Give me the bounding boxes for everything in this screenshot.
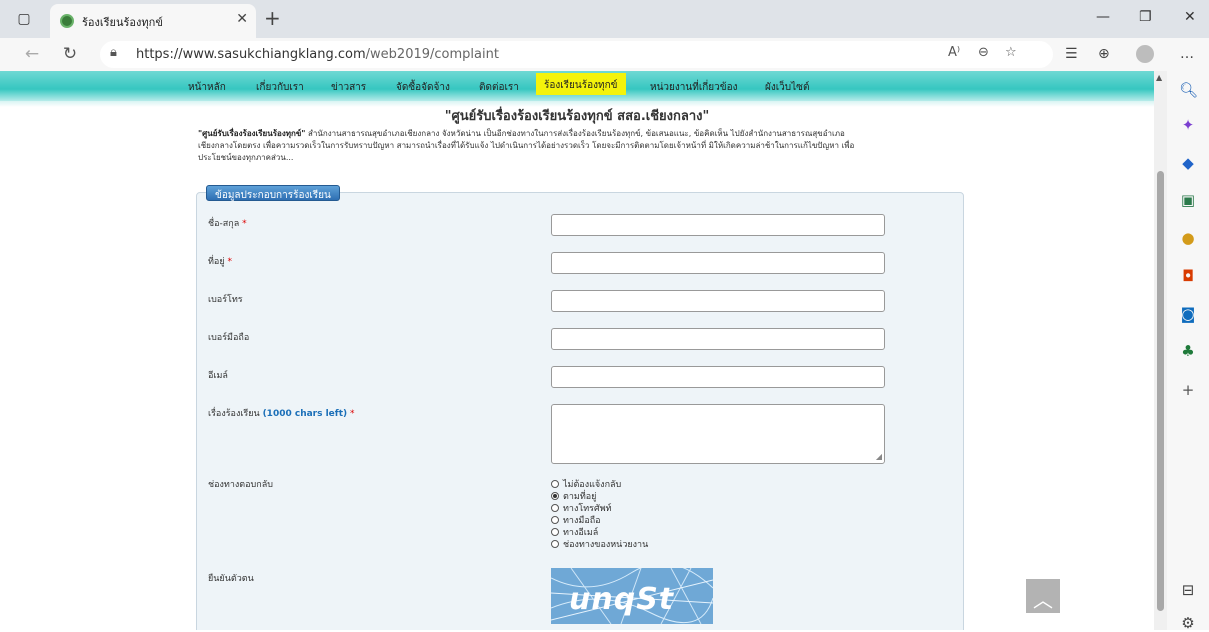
scroll-to-top-button[interactable]: ︿ [1026,579,1060,613]
subject-label-text: เรื่องร้องเรียน [208,409,260,419]
radio-checked-icon[interactable] [551,492,559,500]
captcha-image: unqSt [551,568,713,624]
radio-icon[interactable] [551,540,559,548]
phone-input[interactable] [551,290,885,312]
restore-icon[interactable]: ❐ [1139,9,1152,25]
more-menu-icon[interactable]: … [1180,46,1194,62]
required-mark: * [227,257,233,267]
mobile-input[interactable] [551,328,885,350]
profile-avatar-icon[interactable] [1136,45,1154,63]
site-navigation: หน้าหลัก เกี่ยวกับเรา ข่าวสาร จัดซื้อจัด… [0,71,1154,101]
scrollbar-thumb[interactable] [1157,171,1164,611]
captcha-text: unqSt [569,582,675,617]
tab-actions-icon[interactable]: ▢ [14,9,34,29]
settings-gear-icon[interactable]: ⚙ [1179,614,1197,632]
required-mark: * [350,409,355,419]
intro-paragraph: "ศูนย์รับเรื่องร้องเรียนร้องทุกข์" สำนัก… [198,128,978,164]
subject-label: เรื่องร้องเรียน (1000 chars left) * [208,406,355,420]
name-label-text: ชื่อ-สกุล [208,219,240,229]
outlook-icon[interactable]: ◙ [1179,305,1197,323]
address-label: ที่อยู่ * [208,254,232,268]
radio-icon[interactable] [551,504,559,512]
close-window-icon[interactable]: ✕ [1184,9,1196,25]
verify-label: ยืนยันตัวตน [208,574,254,584]
url-text[interactable]: https://www.sasukchiangklang.com/web2019… [136,47,499,62]
reply-option-label: ช่องทางของหน่วยงาน [563,540,649,550]
intro-bold: "ศูนย์รับเรื่องร้องเรียนร้องทุกข์" [198,129,306,138]
email-input[interactable] [551,366,885,388]
search-icon[interactable]: 🔍︎ [1179,81,1198,99]
zoom-icon[interactable]: ⊖ [978,45,989,60]
back-icon[interactable]: ← [22,44,42,64]
tree-icon[interactable]: ♣ [1179,342,1197,360]
radio-icon[interactable] [551,480,559,488]
required-mark: * [242,219,247,229]
favorites-icon[interactable]: ☰ [1065,46,1078,62]
browser-tab[interactable]: ร้องเรียนร้องทุกข์ ✕ [50,4,256,38]
radio-icon[interactable] [551,528,559,536]
add-favorite-icon[interactable]: ☆ [1005,45,1017,60]
intro-line-3: ประโยชน์ของทุกภาคส่วน... [198,153,294,162]
games-icon[interactable]: ● [1179,229,1197,247]
nav-about[interactable]: เกี่ยวกับเรา [256,80,304,95]
nav-complaint[interactable]: ร้องเรียนร้องทุกข์ [536,73,626,95]
form-legend: ข้อมูลประกอบการร้องเรียน [206,185,340,201]
page-viewport: หน้าหลัก เกี่ยวกับเรา ข่าวสาร จัดซื้อจัด… [0,71,1154,630]
resize-grip-icon[interactable]: ◢ [876,452,882,461]
radio-icon[interactable] [551,516,559,524]
new-tab-icon[interactable]: + [264,6,281,30]
address-toolbar: ← ↻ 🔒︎ https://www.sasukchiangklang.com/… [0,38,1209,71]
phone-label: เบอร์โทร [208,295,243,305]
url-path: /web2019/complaint [365,47,499,62]
tab-close-icon[interactable]: ✕ [236,11,248,27]
refresh-icon[interactable]: ↻ [60,44,80,64]
chevron-up-icon: ︿ [1033,588,1053,612]
name-input[interactable] [551,214,885,236]
shopping-tag-icon[interactable]: ◆ [1179,154,1197,172]
browser-tabstrip: ▢ ร้องเรียนร้องทุกข์ ✕ + — ❐ ✕ [0,0,1209,38]
subject-textarea[interactable]: ◢ [551,404,885,464]
intro-line-1: สำนักงานสาธารณสุขอำเภอเชียงกลาง จังหวัดน… [305,129,845,138]
name-label: ชื่อ-สกุล * [208,216,247,230]
scroll-up-arrow-icon[interactable]: ▲ [1156,73,1162,82]
nav-procurement[interactable]: จัดซื้อจัดจ้าง [396,80,450,95]
reply-option-agency[interactable]: ช่องทางของหน่วยงาน [551,537,648,551]
nav-contact[interactable]: ติดต่อเรา [479,80,519,95]
read-aloud-icon[interactable]: A⁾ [948,45,960,60]
tab-title: ร้องเรียนร้องทุกข์ [82,16,163,29]
browser-sidebar: 🔍︎ ✦ ◆ ▣ ● ◘ ◙ ♣ + ⊟ ⚙ [1167,71,1209,632]
email-label: อีเมล์ [208,371,228,381]
sparkle-icon[interactable]: ✦ [1179,116,1197,134]
page-scrollbar[interactable]: ▲ [1154,71,1167,630]
mobile-label: เบอร์มือถือ [208,333,250,343]
page-title: "ศูนย์รับเรื่องร้องเรียนร้องทุกข์ สสอ.เช… [444,109,710,124]
nav-sitemap[interactable]: ผังเว็บไซต์ [765,80,809,95]
add-sidebar-icon[interactable]: + [1179,381,1197,399]
nav-related-agencies[interactable]: หน่วยงานที่เกี่ยวข้อง [650,80,738,95]
nav-news[interactable]: ข่าวสาร [331,80,366,95]
intro-line-2: เชียงกลางโดยตรง เพื่อความรวดเร็วในการรับ… [198,141,855,150]
lock-icon[interactable]: 🔒︎ [110,45,117,60]
site-favicon-icon [60,14,74,28]
address-bar[interactable]: 🔒︎ https://www.sasukchiangklang.com/web2… [100,41,1053,68]
nav-home[interactable]: หน้าหลัก [188,80,226,95]
reply-channel-label: ช่องทางตอบกลับ [208,480,273,490]
office-icon[interactable]: ◘ [1179,267,1197,285]
chars-left-counter: (1000 chars left) [262,409,348,419]
collections-icon[interactable]: ⊕ [1098,46,1110,62]
minimize-icon[interactable]: — [1096,9,1110,25]
tools-icon[interactable]: ▣ [1179,191,1197,209]
sidebar-layout-icon[interactable]: ⊟ [1179,581,1197,599]
address-label-text: ที่อยู่ [208,257,225,267]
url-host: https://www.sasukchiangklang.com [136,47,366,62]
address-input[interactable] [551,252,885,274]
